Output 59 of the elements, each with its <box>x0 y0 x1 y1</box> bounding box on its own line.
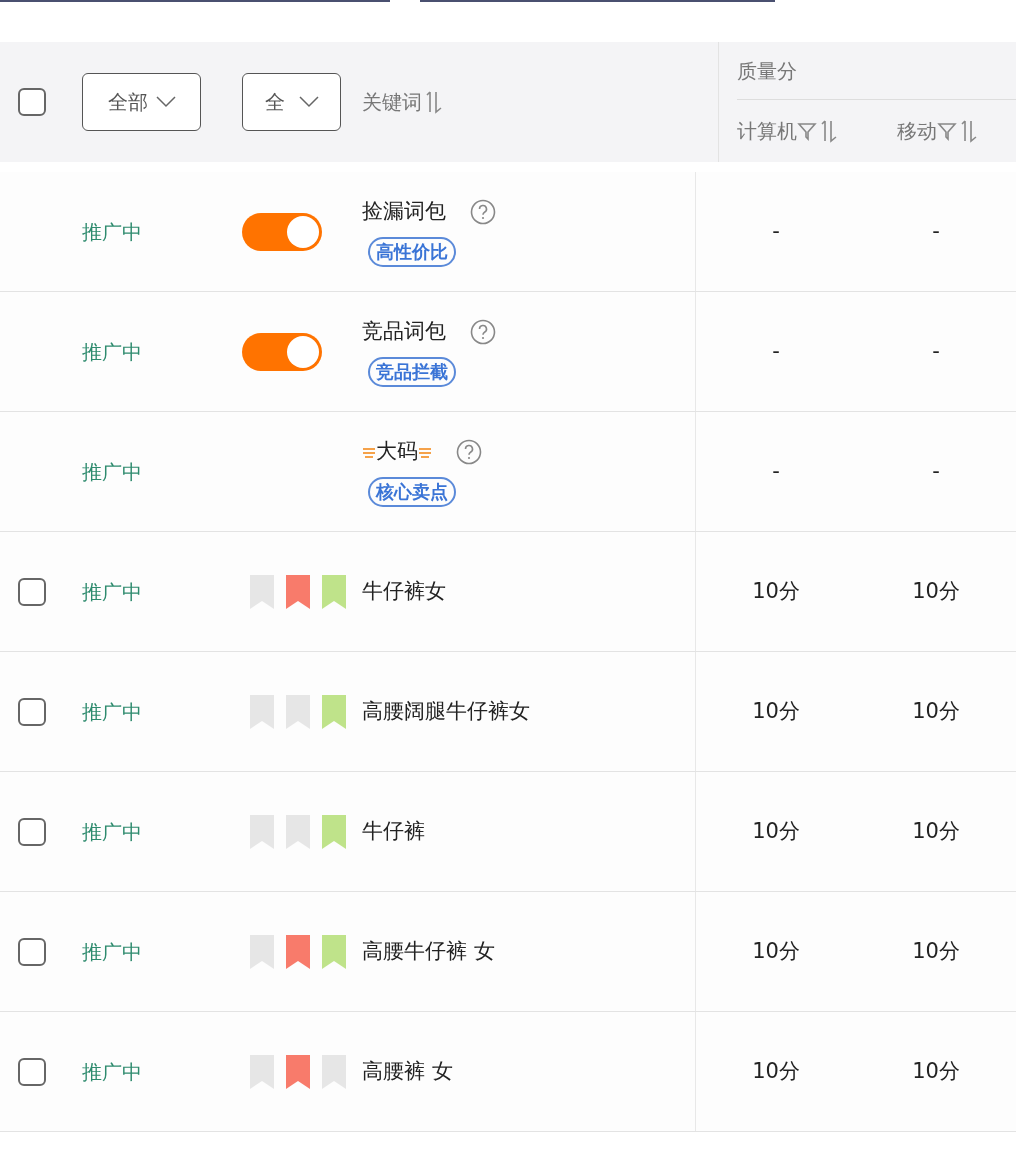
caret-icon <box>155 96 176 108</box>
type-dropdown[interactable]: 全 <box>242 73 341 131</box>
status-text: 推广中 <box>82 338 143 366</box>
toggle-switch[interactable] <box>242 212 322 251</box>
column-header: 计算机 <box>737 118 797 145</box>
status-text: 推广中 <box>82 698 143 726</box>
checkbox[interactable] <box>18 577 46 606</box>
column-header: 质量分 <box>737 57 797 85</box>
mobile-score: - <box>931 217 941 245</box>
tag-label: 核心卖点 <box>368 477 456 508</box>
help-icon[interactable] <box>456 438 482 465</box>
pc-score: 10分 <box>751 1057 801 1085</box>
checkbox[interactable] <box>18 697 46 726</box>
status-text: 推广中 <box>82 938 143 966</box>
mobile-score: - <box>931 457 941 485</box>
mobile-score: 10分 <box>911 577 961 605</box>
checkbox[interactable] <box>18 937 46 966</box>
mobile-score: 10分 <box>911 937 961 965</box>
mobile-score: - <box>931 337 941 365</box>
pc-score: 10分 <box>751 577 801 605</box>
keyword-text: 高腰牛仔裤 女 <box>362 937 495 965</box>
mobile-score: 10分 <box>911 817 961 845</box>
sort-icon[interactable] <box>821 119 837 143</box>
keyword-text: 牛仔裤 <box>362 817 425 845</box>
status-dropdown[interactable]: 全部 <box>82 73 201 131</box>
keyword-text: 高腰裤 女 <box>362 1057 453 1085</box>
toggle-switch[interactable] <box>242 332 322 371</box>
filter-icon[interactable] <box>797 121 817 141</box>
filter-icon[interactable] <box>937 121 957 141</box>
column-header: 关键词 <box>362 89 422 116</box>
status-text: 推广中 <box>82 818 143 846</box>
status-text: 推广中 <box>82 1058 143 1086</box>
checkbox[interactable] <box>18 88 46 116</box>
status-text: 推广中 <box>82 218 143 246</box>
checkbox[interactable] <box>18 1057 46 1086</box>
checkbox[interactable] <box>18 817 46 846</box>
pc-score: - <box>771 217 781 245</box>
keyword-package-name: 捡漏词包 <box>362 197 446 225</box>
tag-label: 高性价比 <box>368 237 456 268</box>
caret-icon <box>298 96 319 108</box>
sort-icon[interactable] <box>426 90 442 114</box>
pc-score: - <box>771 457 781 485</box>
pc-score: 10分 <box>751 937 801 965</box>
status-text: 推广中 <box>82 458 143 486</box>
keyword-text: 高腰阔腿牛仔裤女 <box>362 697 530 725</box>
column-header: 移动 <box>897 118 937 145</box>
pc-score: - <box>771 337 781 365</box>
keyword-package-name: 大码 <box>376 437 418 465</box>
tag-label: 竞品拦截 <box>368 357 456 388</box>
help-icon[interactable] <box>470 198 496 225</box>
status-text: 推广中 <box>82 578 143 606</box>
sort-icon[interactable] <box>961 119 977 143</box>
help-icon[interactable] <box>470 318 496 345</box>
keyword-package-name: 竞品词包 <box>362 317 446 345</box>
pc-score: 10分 <box>751 817 801 845</box>
keyword-text: 牛仔裤女 <box>362 577 446 605</box>
pc-score: 10分 <box>751 697 801 725</box>
mobile-score: 10分 <box>911 697 961 725</box>
mobile-score: 10分 <box>911 1057 961 1085</box>
